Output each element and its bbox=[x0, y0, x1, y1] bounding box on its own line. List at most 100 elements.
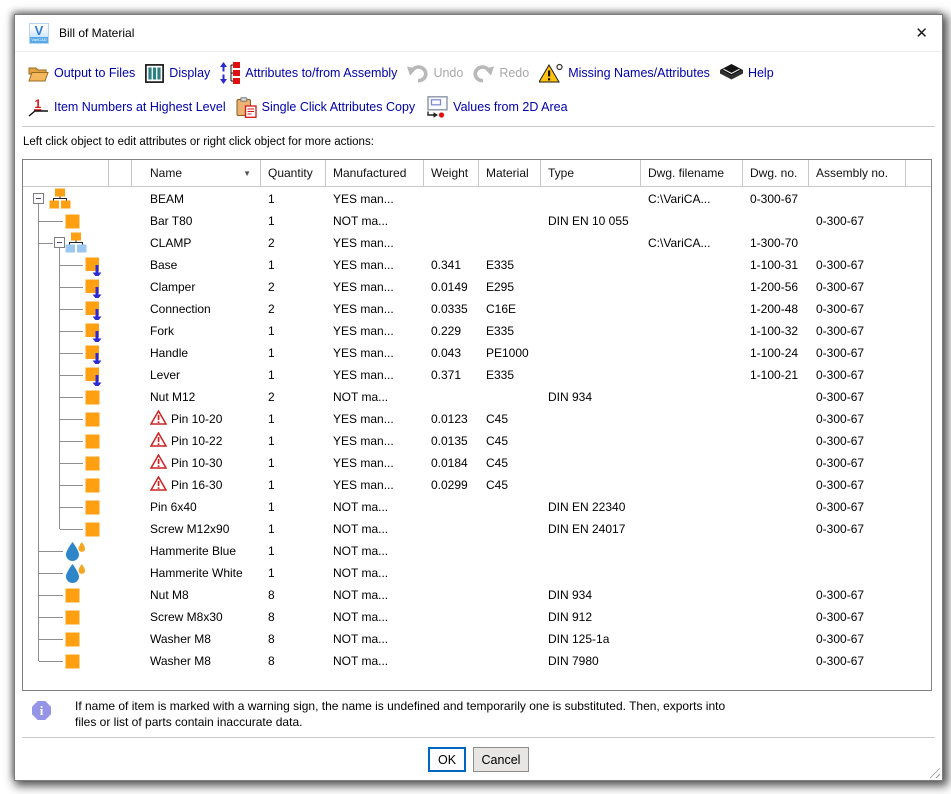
table-row-hammerite-white[interactable]: Hammerite White1NOT ma... bbox=[23, 562, 931, 584]
table-row-pin-10-30[interactable]: Pin 10-301YES man...0.0184C450-300-67 bbox=[23, 452, 931, 474]
table-row-lever[interactable]: Lever1YES man...0.371E3351-100-210-300-6… bbox=[23, 364, 931, 386]
cell-type bbox=[541, 474, 641, 496]
table-row-screw-m8x30[interactable]: Screw M8x308NOT ma...DIN 9120-300-67 bbox=[23, 606, 931, 628]
toolbar-button-single-click-attributes-copy[interactable]: Single Click Attributes Copy bbox=[236, 97, 416, 118]
toolbar-button-redo: Redo bbox=[473, 64, 529, 83]
toolbar-button-help[interactable]: Help bbox=[720, 64, 774, 82]
cell-dwg_no bbox=[743, 606, 809, 628]
cell-manufactured: NOT ma... bbox=[326, 496, 424, 518]
cell-dwg_filename bbox=[641, 386, 743, 408]
cell-manufactured: YES man... bbox=[326, 320, 424, 342]
cell-dwg_filename bbox=[641, 254, 743, 276]
tree-cell bbox=[23, 518, 109, 540]
table-row-nut-m8[interactable]: Nut M88NOT ma...DIN 9340-300-67 bbox=[23, 584, 931, 606]
collapse-toggle[interactable] bbox=[33, 193, 44, 204]
table-row-hammerite-blue[interactable]: Hammerite Blue1NOT ma... bbox=[23, 540, 931, 562]
cell-material bbox=[479, 496, 541, 518]
cell-dwg_filename bbox=[641, 650, 743, 672]
toolbar-button-display[interactable]: Display bbox=[145, 64, 210, 83]
cell-dwg_filename bbox=[641, 474, 743, 496]
info-icon: i bbox=[32, 701, 51, 720]
cell-manufactured: YES man... bbox=[326, 232, 424, 254]
table-row-handle[interactable]: Handle1YES man...0.043PE10001-100-240-30… bbox=[23, 342, 931, 364]
cell-assembly_no: 0-300-67 bbox=[809, 496, 906, 518]
table-row-pin-10-20[interactable]: Pin 10-201YES man...0.0123C450-300-67 bbox=[23, 408, 931, 430]
column-header-col-1 bbox=[109, 160, 132, 187]
toolbar-button-attributes-to-from-assembly[interactable]: Attributes to/from Assembly bbox=[220, 62, 397, 84]
cell-dwg_no: 1-200-56 bbox=[743, 276, 809, 298]
toolbar-button-output-to-files[interactable]: Output to Files bbox=[28, 65, 135, 82]
toolbar-button-label: Attributes to/from Assembly bbox=[245, 66, 397, 80]
cell-dwg_no bbox=[743, 518, 809, 540]
ok-button[interactable]: OK bbox=[428, 747, 466, 772]
cell-dwg_filename bbox=[641, 496, 743, 518]
cell-weight: 0.341 bbox=[424, 254, 479, 276]
cell-material: PE1000 bbox=[479, 342, 541, 364]
tree-connector-line bbox=[38, 276, 39, 298]
cell-dwg_filename bbox=[641, 584, 743, 606]
cell-name: CLAMP bbox=[132, 232, 261, 254]
tree-connector-line bbox=[38, 518, 39, 540]
cell-quantity: 2 bbox=[261, 232, 326, 254]
table-row-pin-6x40[interactable]: Pin 6x401NOT ma...DIN EN 223400-300-67 bbox=[23, 496, 931, 518]
cell-name: Lever bbox=[132, 364, 261, 386]
tree-connector-line bbox=[38, 254, 39, 276]
cell-weight: 0.229 bbox=[424, 320, 479, 342]
table-row-screw-m12x90[interactable]: Screw M12x901NOT ma...DIN EN 240170-300-… bbox=[23, 518, 931, 540]
toolbar-row-1: Output to Files Display Attributes to/from… bbox=[28, 59, 934, 87]
column-header-name[interactable]: Name▼ bbox=[132, 160, 261, 187]
item-name: Hammerite White bbox=[150, 566, 243, 580]
tree-connector-line bbox=[60, 463, 83, 464]
table-row-base[interactable]: Base1YES man...0.341E3351-100-310-300-67 bbox=[23, 254, 931, 276]
cancel-button[interactable]: Cancel bbox=[473, 747, 529, 772]
cell-assembly_no bbox=[809, 188, 906, 210]
toolbar-button-item-numbers-at-highest-level[interactable]: 1Item Numbers at Highest Level bbox=[28, 97, 226, 117]
toolbar-button-values-from-2d-area[interactable]: Values from 2D Area bbox=[425, 96, 567, 118]
table-row-clamp[interactable]: CLAMP2YES man...C:\VariCA...1-300-70 bbox=[23, 232, 931, 254]
tree-cell bbox=[23, 496, 109, 518]
tree-cell bbox=[23, 188, 109, 210]
cell-name: Washer M8 bbox=[132, 650, 261, 672]
table-row-washer-m8[interactable]: Washer M88NOT ma...DIN 125-1a0-300-67 bbox=[23, 628, 931, 650]
table-row-washer-m8[interactable]: Washer M88NOT ma...DIN 79800-300-67 bbox=[23, 650, 931, 672]
cell-weight bbox=[424, 232, 479, 254]
cell-type: DIN 912 bbox=[541, 606, 641, 628]
table-row-connection[interactable]: Connection2YES man...0.0335C16E1-200-480… bbox=[23, 298, 931, 320]
item-numbers-icon: 1 bbox=[28, 97, 49, 117]
toolbar-button-label: Display bbox=[169, 66, 210, 80]
cell-quantity: 1 bbox=[261, 342, 326, 364]
cell-material bbox=[479, 386, 541, 408]
item-name: Nut M12 bbox=[150, 390, 195, 404]
item-name: Clamper bbox=[150, 280, 195, 294]
warning-icon bbox=[150, 410, 167, 430]
part-icon bbox=[65, 214, 80, 229]
item-name: Nut M8 bbox=[150, 588, 189, 602]
cell-quantity: 2 bbox=[261, 298, 326, 320]
table-row-bar-t80[interactable]: Bar T801NOT ma...DIN EN 10 0550-300-67 bbox=[23, 210, 931, 232]
tree-connector-line bbox=[38, 408, 39, 430]
item-name: Bar T80 bbox=[150, 214, 192, 228]
item-name: Screw M12x90 bbox=[150, 522, 229, 536]
cell-dwg_no: 1-100-31 bbox=[743, 254, 809, 276]
tree-cell bbox=[23, 430, 109, 452]
cell-quantity: 1 bbox=[261, 210, 326, 232]
cell-weight bbox=[424, 562, 479, 584]
part-icon bbox=[65, 610, 80, 625]
table-row-pin-16-30[interactable]: Pin 16-301YES man...0.0299C450-300-67 bbox=[23, 474, 931, 496]
cell-material: E335 bbox=[479, 254, 541, 276]
cell-manufactured: YES man... bbox=[326, 452, 424, 474]
cell-name: Screw M12x90 bbox=[132, 518, 261, 540]
table-row-pin-10-22[interactable]: Pin 10-221YES man...0.0135C450-300-67 bbox=[23, 430, 931, 452]
close-icon[interactable]: ✕ bbox=[915, 26, 928, 41]
table-row-nut-m12[interactable]: Nut M122NOT ma...DIN 9340-300-67 bbox=[23, 386, 931, 408]
paint-icon bbox=[65, 542, 88, 561]
cell-quantity: 1 bbox=[261, 430, 326, 452]
table-row-clamper[interactable]: Clamper2YES man...0.0149E2951-200-560-30… bbox=[23, 276, 931, 298]
cell-dwg_no bbox=[743, 496, 809, 518]
cell-dwg_filename bbox=[641, 364, 743, 386]
table-row-fork[interactable]: Fork1YES man...0.229E3351-100-320-300-67 bbox=[23, 320, 931, 342]
tree-cell bbox=[23, 606, 109, 628]
toolbar-button-missing-names-attributes[interactable]: Missing Names/Attributes bbox=[539, 63, 710, 83]
table-row-beam[interactable]: BEAM1YES man...C:\VariCA...0-300-67 bbox=[23, 188, 931, 210]
collapse-toggle[interactable] bbox=[54, 237, 65, 248]
